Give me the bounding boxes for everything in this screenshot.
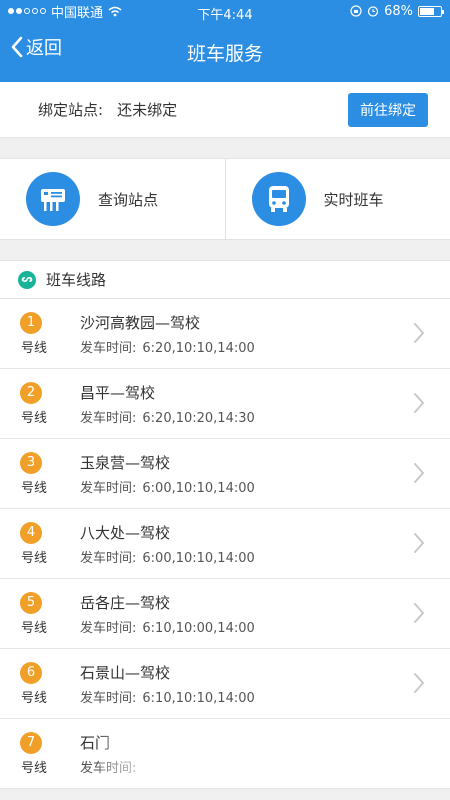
route-number-suffix: 号线 [20,550,47,566]
routes-title: 班车线路 [46,271,107,289]
route-times: 发车时间: 6:20,10:10,14:00 [80,337,255,356]
carrier-label: 中国联通 [51,5,104,21]
route-row[interactable]: 1 号线 沙河高教园—驾校 发车时间: 6:20,10:10,14:00 [0,299,450,369]
chevron-right-icon [414,323,425,343]
go-bind-button[interactable]: 前往绑定 [348,92,428,127]
alarm-icon [367,6,379,17]
route-number-suffix: 号线 [20,760,47,776]
route-row[interactable]: 3 号线 玉泉营—驾校 发车时间: 6:00,10:10,14:00 [0,439,450,509]
realtime-bus-label: 实时班车 [323,190,384,209]
departure-times: 6:00,10:10,14:00 [142,550,255,566]
bus-icon [251,172,306,226]
query-station-card[interactable]: 查询站点 [0,159,225,239]
battery-icon [418,5,444,17]
route-icon: ᔕ [18,270,36,289]
route-times: 发车时间: 6:00,10:10,14:00 [80,547,255,566]
chevron-right-icon [414,603,425,623]
page-title: 班车服务 [186,42,263,65]
route-number-badge: 2 [20,381,42,404]
route-times: 发车时间: 6:10,10:00,14:00 [80,617,255,636]
route-name: 石景山—驾校 [80,663,171,682]
route-name: 岳各庄—驾校 [80,593,171,612]
back-button[interactable]: 返回 [10,34,62,60]
route-times: 发车时间: 6:00,10:10,14:00 [80,477,255,496]
nav-bar: 返回 班车服务 [0,22,450,82]
station-icon [26,172,80,226]
route-name: 八大处—驾校 [80,523,171,542]
route-number-suffix: 号线 [20,480,47,496]
rotation-lock-icon [350,5,362,17]
chevron-left-icon [11,36,23,58]
route-number-badge: 3 [20,451,42,474]
chevron-right-icon [414,393,425,413]
chevron-right-icon [414,673,425,693]
route-number-badge: 1 [20,311,42,334]
route-number-suffix: 号线 [20,690,47,706]
route-row[interactable]: 6 号线 石景山—驾校 发车时间: 6:10,10:10,14:00 [0,649,450,719]
departure-times: 6:10,10:10,14:00 [142,690,255,706]
route-number-badge: 6 [20,661,42,684]
departure-times: 6:10,10:00,14:00 [142,620,255,636]
wifi-icon [108,6,122,16]
routes-header: ᔕ 班车线路 [0,261,450,299]
route-row[interactable]: 4 号线 八大处—驾校 发车时间: 6:00,10:10,14:00 [0,509,450,579]
top-bar: 中国联通 68% 下午4:44 返回 班车服务 [0,0,450,82]
query-station-label: 查询站点 [98,190,159,209]
bind-value: 还未绑定 [117,101,178,119]
route-number-suffix: 号线 [20,620,47,636]
signal-icon [8,8,46,14]
blur-overlay [100,722,450,782]
bind-label: 绑定站点: [38,101,104,119]
quick-actions: 查询站点 实时班车 [0,158,450,240]
route-number-suffix: 号线 [20,340,47,356]
route-name: 昌平—驾校 [80,383,156,402]
routes-section: ᔕ 班车线路 1 号线 沙河高教园—驾校 发车时间: 6:20,10:10,14:… [0,260,450,789]
route-number-badge: 5 [20,591,42,614]
route-number-badge: 4 [20,521,42,544]
departure-label: 发车时间: [80,340,137,356]
status-bar: 中国联通 68% [0,0,450,22]
departure-times: 6:20,10:20,14:30 [142,410,255,426]
route-number-badge: 7 [20,731,42,754]
chevron-right-icon [414,463,425,483]
battery-percent: 68% [384,3,413,19]
route-name: 沙河高教园—驾校 [80,313,201,332]
departure-times: 6:00,10:10,14:00 [142,480,255,496]
route-row[interactable]: 5 号线 岳各庄—驾校 发车时间: 6:10,10:00,14:00 [0,579,450,649]
route-number-suffix: 号线 [20,410,47,426]
route-name: 玉泉营—驾校 [80,453,171,472]
realtime-bus-card[interactable]: 实时班车 [224,159,450,239]
departure-label: 发车时间: [80,480,137,496]
departure-label: 发车时间: [80,620,137,636]
back-label: 返回 [26,38,62,59]
departure-times: 6:20,10:10,14:00 [142,340,255,356]
departure-label: 发车时间: [80,690,137,706]
departure-label: 发车时间: [80,550,137,566]
chevron-right-icon [414,533,425,553]
route-times: 发车时间: 6:10,10:10,14:00 [80,687,255,706]
route-times: 发车时间: 6:20,10:20,14:30 [80,407,255,426]
departure-label: 发车时间: [80,410,137,426]
bind-station-row: 绑定站点: 还未绑定 前往绑定 [0,82,450,138]
route-row[interactable]: 2 号线 昌平—驾校 发车时间: 6:20,10:20,14:30 [0,369,450,439]
